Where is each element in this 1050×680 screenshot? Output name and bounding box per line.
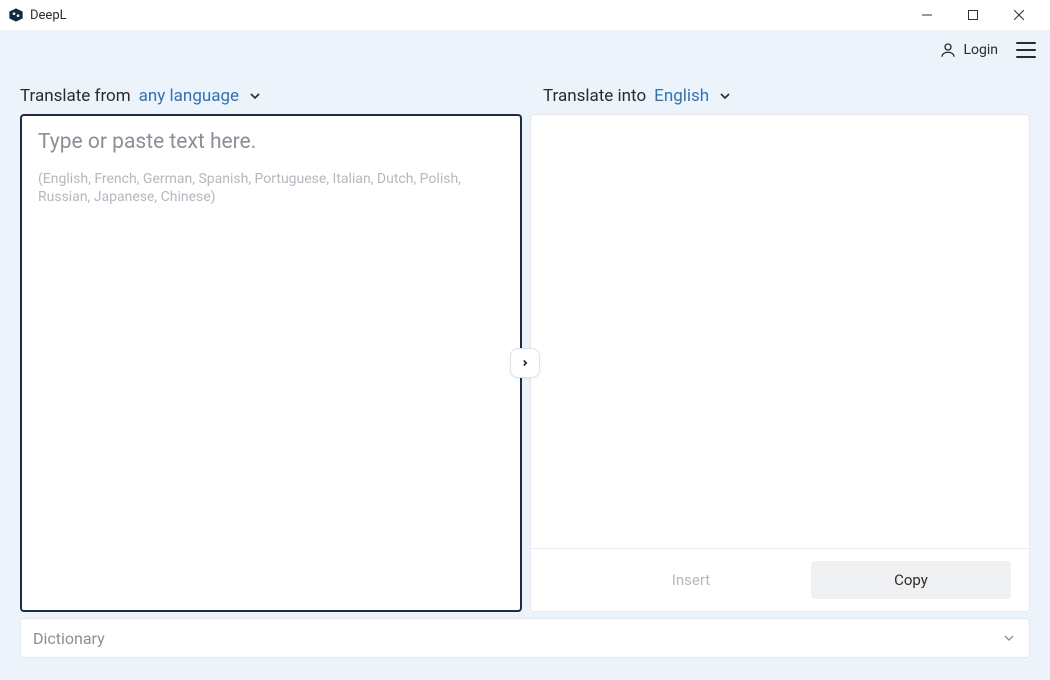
source-text-pane[interactable]: Type or paste text here. (English, Frenc… — [20, 114, 522, 612]
window-minimize-button[interactable] — [904, 0, 950, 30]
window-controls — [904, 0, 1042, 30]
app-title: DeepL — [30, 8, 67, 23]
target-text-pane: Insert Copy — [530, 114, 1030, 612]
target-language-selector[interactable]: Translate into English — [525, 86, 1030, 106]
insert-button: Insert — [591, 561, 791, 599]
login-button[interactable]: Login — [939, 41, 998, 59]
source-language-selector[interactable]: Translate from any language — [20, 86, 525, 106]
source-text-inner: Type or paste text here. (English, Frenc… — [22, 116, 520, 220]
dictionary-toggle[interactable]: Dictionary — [20, 618, 1030, 658]
target-language: English — [654, 86, 709, 106]
source-label-prefix: Translate from — [20, 86, 131, 106]
source-language: any language — [139, 86, 239, 106]
chevron-down-icon — [717, 88, 733, 104]
source-placeholder: Type or paste text here. — [38, 130, 504, 154]
insert-label: Insert — [672, 571, 710, 589]
chevron-down-icon — [247, 88, 263, 104]
dictionary-label: Dictionary — [33, 629, 105, 648]
swap-languages-button[interactable] — [510, 348, 540, 378]
main-content: Translate from any language Translate in… — [0, 70, 1050, 658]
titlebar-left: DeepL — [8, 7, 67, 23]
translation-panes: Type or paste text here. (English, Frenc… — [20, 114, 1030, 612]
app-logo-icon — [8, 7, 24, 23]
window-titlebar: DeepL — [0, 0, 1050, 30]
target-label-prefix: Translate into — [543, 86, 646, 106]
app-body: Login Translate from any language Transl… — [0, 30, 1050, 680]
copy-button[interactable]: Copy — [811, 561, 1011, 599]
language-selector-row: Translate from any language Translate in… — [20, 70, 1030, 114]
chevron-right-icon — [520, 358, 530, 368]
source-hint: (English, French, German, Spanish, Portu… — [38, 170, 478, 206]
user-icon — [939, 41, 957, 59]
topbar: Login — [0, 30, 1050, 70]
target-actions: Insert Copy — [531, 549, 1029, 611]
menu-button[interactable] — [1016, 42, 1036, 58]
window-close-button[interactable] — [996, 0, 1042, 30]
copy-label: Copy — [894, 571, 928, 589]
chevron-down-icon — [1001, 630, 1017, 646]
window-maximize-button[interactable] — [950, 0, 996, 30]
target-text-area — [531, 115, 1029, 549]
login-label: Login — [963, 42, 998, 58]
